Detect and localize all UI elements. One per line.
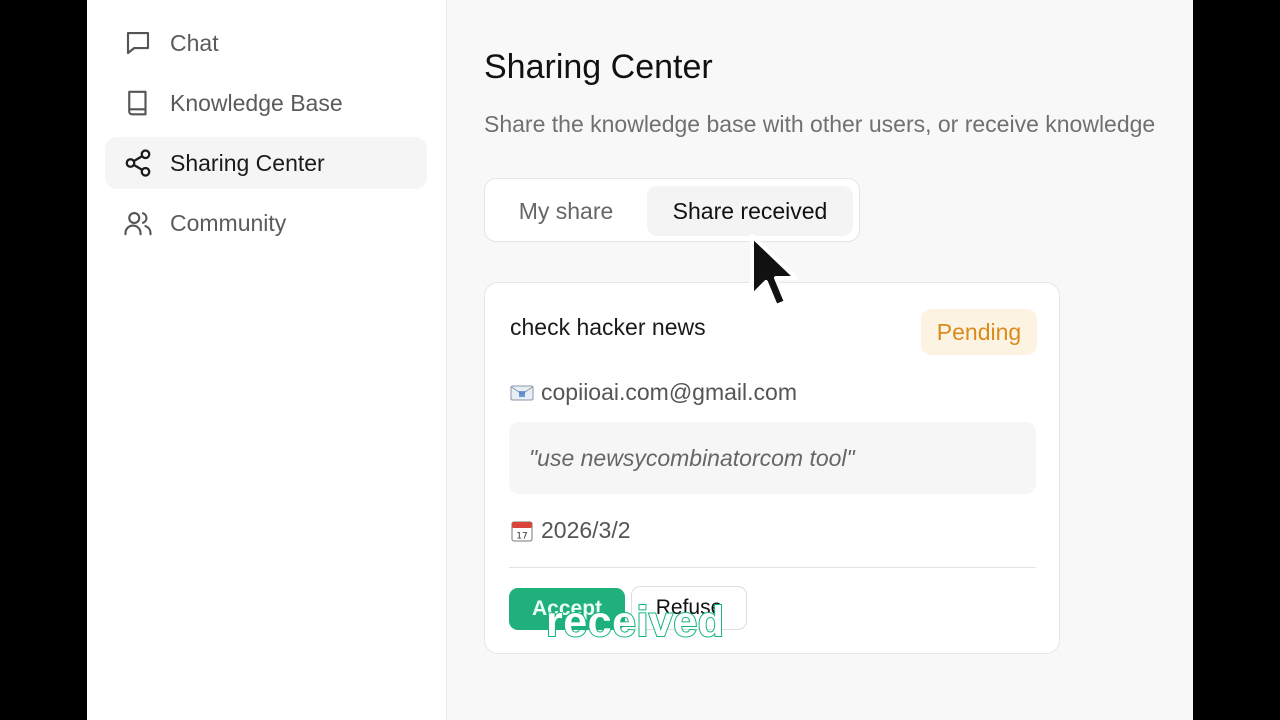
envelope-icon [509, 382, 535, 404]
svg-text:17: 17 [516, 531, 527, 541]
sidebar-item-sharing-center[interactable]: Sharing Center [105, 137, 427, 189]
mouse-pointer-icon [750, 234, 798, 308]
sender-email-row: copiioai.com@gmail.com [509, 379, 797, 406]
page-subtitle: Share the knowledge base with other user… [484, 111, 1156, 137]
sidebar-item-community[interactable]: Community [105, 197, 427, 249]
sidebar-item-knowledge-base[interactable]: Knowledge Base [105, 77, 427, 129]
share-date-row: 17 2026/3/2 [509, 517, 631, 544]
card-divider [509, 567, 1036, 568]
sidebar-item-chat[interactable]: Chat [105, 17, 427, 69]
sidebar-item-label: Chat [170, 29, 219, 56]
share-date: 2026/3/2 [541, 517, 631, 543]
share-title: check hacker news [510, 314, 706, 340]
video-caption: received [545, 597, 725, 647]
sidebar-item-label: Community [170, 209, 287, 236]
status-badge: Pending [921, 309, 1037, 355]
tab-my-share[interactable]: My share [493, 186, 639, 236]
users-icon [122, 207, 154, 239]
share-message: "use newsycombinatorcom tool" [509, 422, 1036, 494]
sidebar: Chat Knowledge Base Sharing Center Commu… [87, 0, 447, 720]
chat-icon [122, 27, 154, 59]
sidebar-item-label: Sharing Center [170, 149, 325, 176]
book-icon [122, 87, 154, 119]
page-title: Sharing Center [484, 48, 713, 86]
tab-share-received[interactable]: Share received [647, 186, 853, 236]
calendar-icon: 17 [509, 520, 535, 542]
tab-bar: My share Share received [484, 178, 860, 242]
share-icon [122, 147, 154, 179]
sidebar-item-label: Knowledge Base [170, 89, 343, 116]
sender-email: copiioai.com@gmail.com [541, 379, 797, 405]
